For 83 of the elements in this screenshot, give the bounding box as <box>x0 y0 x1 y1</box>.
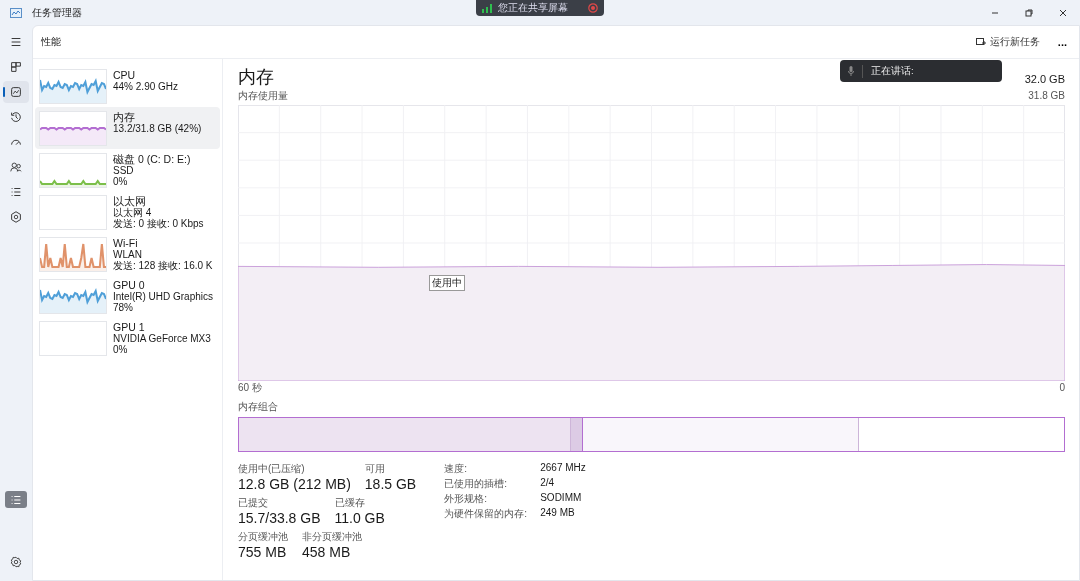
resource-usage: 0% <box>113 176 129 187</box>
resource-item[interactable]: 以太网 以太网 4 发送: 0 接收: 0 Kbps <box>35 191 220 233</box>
resource-name: GPU 0 <box>113 279 146 291</box>
resource-usage: 78% <box>113 302 133 313</box>
panel-title: 内存 <box>238 66 274 89</box>
resource-name: Wi-Fi <box>113 237 139 249</box>
resource-detail: WLAN <box>113 249 143 260</box>
list-button[interactable] <box>5 491 27 508</box>
history-icon <box>9 110 23 124</box>
usage-thumbnail <box>39 195 107 230</box>
window-title: 任务管理器 <box>32 5 82 20</box>
detail-value: SODIMM <box>540 492 583 505</box>
run-task-button[interactable]: 运行新任务 <box>971 33 1044 51</box>
signal-icon <box>482 3 492 13</box>
resource-item[interactable]: 内存 13.2/31.8 GB (42%) <box>35 107 220 149</box>
resource-usage: 发送: 128 接收: 16.0 K <box>113 260 213 271</box>
resource-name: 磁盘 0 (C: D: E:) <box>113 153 191 165</box>
stat-label: 分页缓冲池 <box>238 530 288 544</box>
stat-value: 18.5 GB <box>364 476 417 492</box>
grid-icon <box>9 60 23 74</box>
resource-detail: Intel(R) UHD Graphics <box>113 291 214 302</box>
detail-value: 249 MB <box>540 507 576 520</box>
stat-label: 使用中(已压缩) <box>238 462 306 476</box>
resource-item[interactable]: GPU 0 Intel(R) UHD Graphics 78% <box>35 275 220 317</box>
resource-item[interactable]: GPU 1 NVIDIA GeForce MX3 0% <box>35 317 220 359</box>
menu-icon <box>9 35 23 49</box>
usage-thumbnail <box>39 111 107 146</box>
close-icon <box>1059 8 1067 17</box>
resource-name: 内存 <box>113 111 136 123</box>
resource-item[interactable]: CPU 44% 2.90 GHz <box>35 65 220 107</box>
detail-value: 2/4 <box>540 477 556 490</box>
detail-label: 外形规格: <box>444 492 488 506</box>
usage-thumbnail <box>39 153 107 188</box>
detail-label: 速度: <box>444 462 468 476</box>
stat-value: 15.7/33.8 GB <box>238 510 321 526</box>
share-label: 您正在共享屏幕 <box>498 1 569 15</box>
detail-value: 2667 MHz <box>540 462 586 475</box>
chart-icon <box>9 85 23 99</box>
usage-thumbnail <box>39 69 107 104</box>
detail-label: 已使用的插槽: <box>444 477 508 491</box>
resource-name: 以太网 <box>113 195 147 207</box>
resource-item[interactable]: 磁盘 0 (C: D: E:) SSD 0% <box>35 149 220 191</box>
tooltip: 使用中 <box>429 275 465 291</box>
resource-detail: NVIDIA GeForce MX3 <box>113 333 211 344</box>
stat-value: 12.8 GB (212 MB) <box>238 476 351 492</box>
detail-label: 为硬件保留的内存: <box>444 507 528 521</box>
composition-label: 内存组合 <box>238 400 279 414</box>
usage-thumbnail <box>39 237 107 272</box>
resource-usage: 0% <box>113 344 129 355</box>
app-icon <box>10 7 22 18</box>
nav-button[interactable] <box>3 81 29 103</box>
page-title: 性能 <box>41 35 61 49</box>
resource-detail: 44% 2.90 GHz <box>113 81 179 92</box>
resource-detail: SSD <box>113 165 135 176</box>
microphone-icon <box>848 66 854 76</box>
resource-detail: 以太网 4 <box>113 207 153 218</box>
more-button[interactable]: ... <box>1053 36 1071 48</box>
stat-label: 已提交 <box>238 496 269 510</box>
users-icon <box>9 160 23 174</box>
resource-item[interactable]: Wi-Fi WLAN 发送: 128 接收: 16.0 K <box>35 233 220 275</box>
usage-thumbnail <box>39 279 107 314</box>
chart-max: 31.8 GB <box>1028 90 1065 101</box>
time-axis-start: 60 秒 <box>238 381 262 395</box>
list-icon <box>9 185 23 199</box>
stat-label: 可用 <box>364 462 386 476</box>
resource-name: GPU 1 <box>113 321 146 333</box>
chart-label: 内存使用量 <box>238 89 288 103</box>
resource-name: CPU <box>113 69 137 81</box>
restore-icon <box>1025 8 1033 17</box>
stop-share-icon[interactable] <box>588 3 598 13</box>
stat-value: 11.0 GB <box>334 510 385 526</box>
usage-thumbnail <box>39 321 107 356</box>
time-axis-end: 0 <box>1059 382 1065 393</box>
total-memory: 32.0 GB <box>1024 73 1065 85</box>
settings-icon <box>9 555 23 569</box>
run-task-icon <box>975 37 986 47</box>
stat-label: 已缓存 <box>334 496 366 510</box>
stat-label: 非分页缓冲池 <box>302 530 362 544</box>
stat-value: 458 MB <box>302 544 352 560</box>
resource-detail: 13.2/31.8 GB (42%) <box>113 123 202 134</box>
speech-status: 正在讲话: <box>862 64 914 78</box>
resource-usage: 发送: 0 接收: 0 Kbps <box>113 218 204 229</box>
stat-value: 755 MB <box>238 544 288 560</box>
